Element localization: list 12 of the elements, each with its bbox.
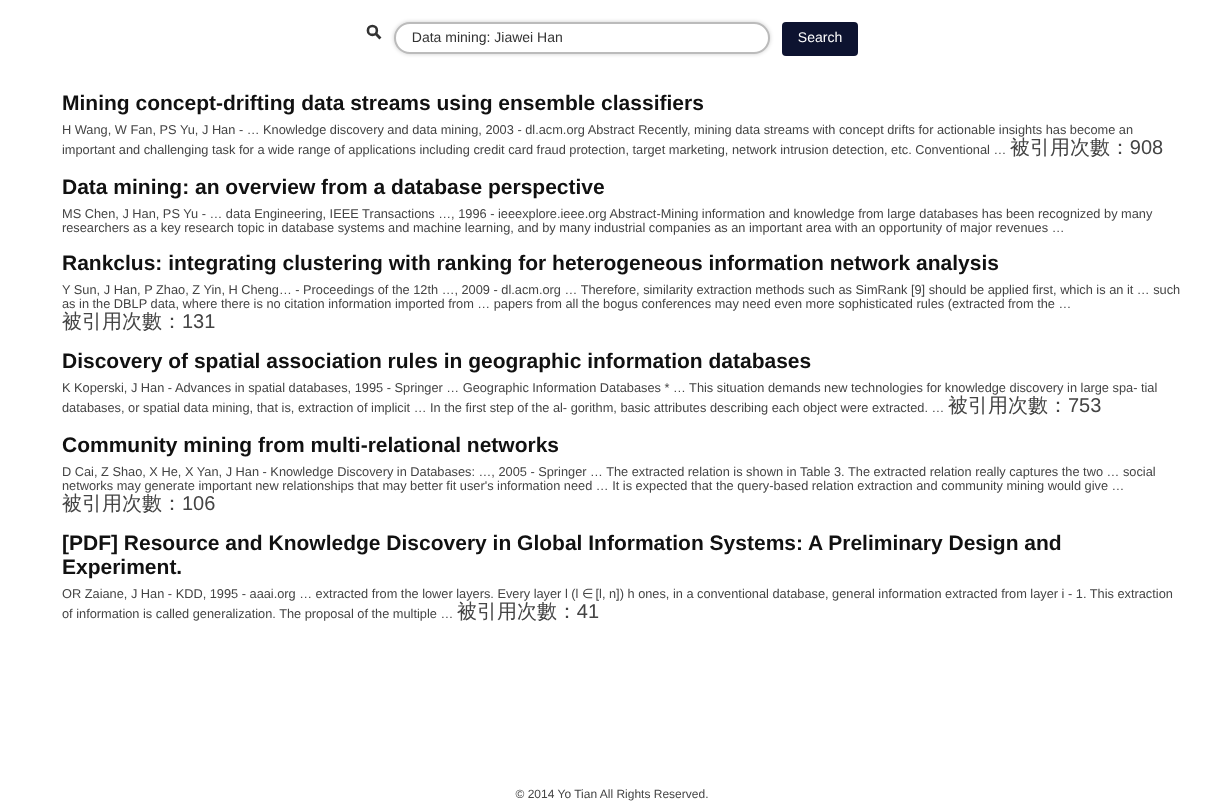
result-title-link[interactable]: Rankclus: integrating clustering with ranking for heterogeneous information network analysis xyxy=(62,252,1184,276)
cited-by-link[interactable]: 被引用次數：908 xyxy=(1009,138,1164,160)
result-title-link[interactable]: [PDF] Resource and Knowledge Discovery in Global Information Systems: A Preliminary Design and Experiment. xyxy=(62,532,1184,580)
cited-by-link[interactable]: 被引用次數：131 xyxy=(62,312,216,334)
search-icon xyxy=(365,24,382,40)
cited-by-link[interactable]: 被引用次數：753 xyxy=(947,396,1102,418)
cited-by-link[interactable]: 被引用次數：41 xyxy=(456,602,600,624)
result-title-link[interactable]: Community mining from multi-relational networks xyxy=(62,434,1184,458)
result-title-link[interactable]: Discovery of spatial association rules in geographic information databases xyxy=(62,350,1184,374)
result-title-link[interactable]: Mining concept-drifting data streams using ensemble classifiers xyxy=(62,92,1184,116)
cited-by-link[interactable]: 被引用次數：106 xyxy=(62,494,216,516)
result-title-link[interactable]: Data mining: an overview from a database perspective xyxy=(62,176,1184,200)
